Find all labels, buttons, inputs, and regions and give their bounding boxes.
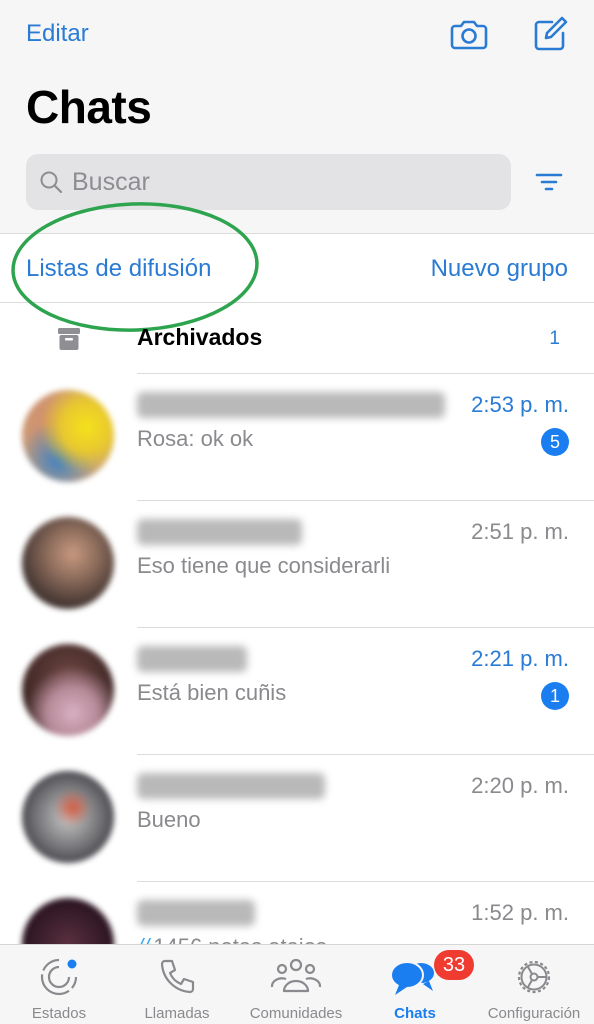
- chat-row[interactable]: Ángel Vizcaíno 2:20 p. m. Bueno: [0, 755, 594, 882]
- chat-time: 1:52 p. m.: [471, 900, 569, 925]
- archived-label: Archivados: [137, 324, 263, 350]
- broadcast-lists-link[interactable]: Listas de difusión: [26, 255, 211, 283]
- chat-time: 2:21 p. m.: [471, 646, 569, 671]
- chat-row[interactable]: Socias Superpoderosas 2:53 p. m. Rosa: o…: [0, 374, 594, 501]
- avatar: [22, 517, 114, 609]
- unread-badge: 1: [541, 682, 569, 710]
- chat-name: Cupcake: [137, 646, 247, 672]
- unread-badge: 5: [541, 428, 569, 456]
- tab-label: Llamadas: [144, 1005, 210, 1022]
- chat-list: Socias Superpoderosas 2:53 p. m. Rosa: o…: [0, 374, 594, 1009]
- communities-icon: [270, 958, 322, 993]
- archive-icon: [58, 328, 80, 350]
- chat-name: Rosa Reyden: [137, 519, 302, 545]
- settings-icon: [517, 960, 551, 994]
- camera-icon: [450, 20, 488, 50]
- status-icon: [40, 958, 78, 996]
- edit-button[interactable]: Editar: [26, 20, 89, 48]
- search-input[interactable]: [72, 167, 472, 197]
- filter-icon: [535, 173, 563, 191]
- tab-label: Estados: [31, 1005, 87, 1022]
- avatar: [22, 390, 114, 482]
- search-bar[interactable]: [26, 154, 511, 210]
- tab-estados[interactable]: Estados: [0, 945, 118, 1024]
- search-icon: [40, 171, 63, 194]
- tab-label: Configuración: [487, 1005, 581, 1022]
- chat-last-message: Eso tiene que considerarli: [137, 553, 391, 578]
- compose-icon: [534, 16, 568, 51]
- tab-bar: Estados Llamadas Comunidades Chats Confi…: [0, 944, 594, 1024]
- chat-time: 2:53 p. m.: [471, 392, 569, 417]
- filter-button[interactable]: [534, 170, 564, 194]
- chat-last-message: Está bien cuñis: [137, 680, 287, 705]
- page-title: Chats: [26, 81, 152, 133]
- chat-name: Majo (TU): [137, 900, 255, 926]
- new-group-link[interactable]: Nuevo grupo: [431, 255, 568, 283]
- actions-row: Listas de difusión Nuevo grupo: [0, 235, 594, 303]
- tab-llamadas[interactable]: Llamadas: [118, 945, 236, 1024]
- chat-last-message: Bueno: [137, 807, 201, 832]
- camera-button[interactable]: [449, 14, 489, 54]
- chat-name: Socias Superpoderosas: [137, 392, 445, 418]
- chat-time: 2:51 p. m.: [471, 519, 569, 544]
- phone-icon: [160, 959, 195, 994]
- chats-unread-badge: 33: [434, 950, 474, 980]
- chat-row[interactable]: Rosa Reyden 2:51 p. m. Eso tiene que con…: [0, 501, 594, 628]
- chat-time: 2:20 p. m.: [471, 773, 569, 798]
- archived-count: 1: [549, 328, 560, 349]
- tab-configuracion[interactable]: Configuración: [475, 945, 593, 1024]
- tab-label: Chats: [394, 1005, 436, 1022]
- chat-row[interactable]: Cupcake 2:21 p. m. Está bien cuñis 1: [0, 628, 594, 755]
- archived-row[interactable]: Archivados 1: [0, 304, 594, 374]
- avatar: [22, 644, 114, 736]
- header: Editar Chats: [0, 0, 594, 234]
- compose-button[interactable]: [530, 14, 570, 54]
- tab-comunidades[interactable]: Comunidades: [237, 945, 355, 1024]
- tab-label: Comunidades: [249, 1005, 343, 1022]
- chat-last-message: Rosa: ok ok: [137, 426, 254, 451]
- avatar: [22, 771, 114, 863]
- chat-name: Ángel Vizcaíno: [137, 773, 325, 799]
